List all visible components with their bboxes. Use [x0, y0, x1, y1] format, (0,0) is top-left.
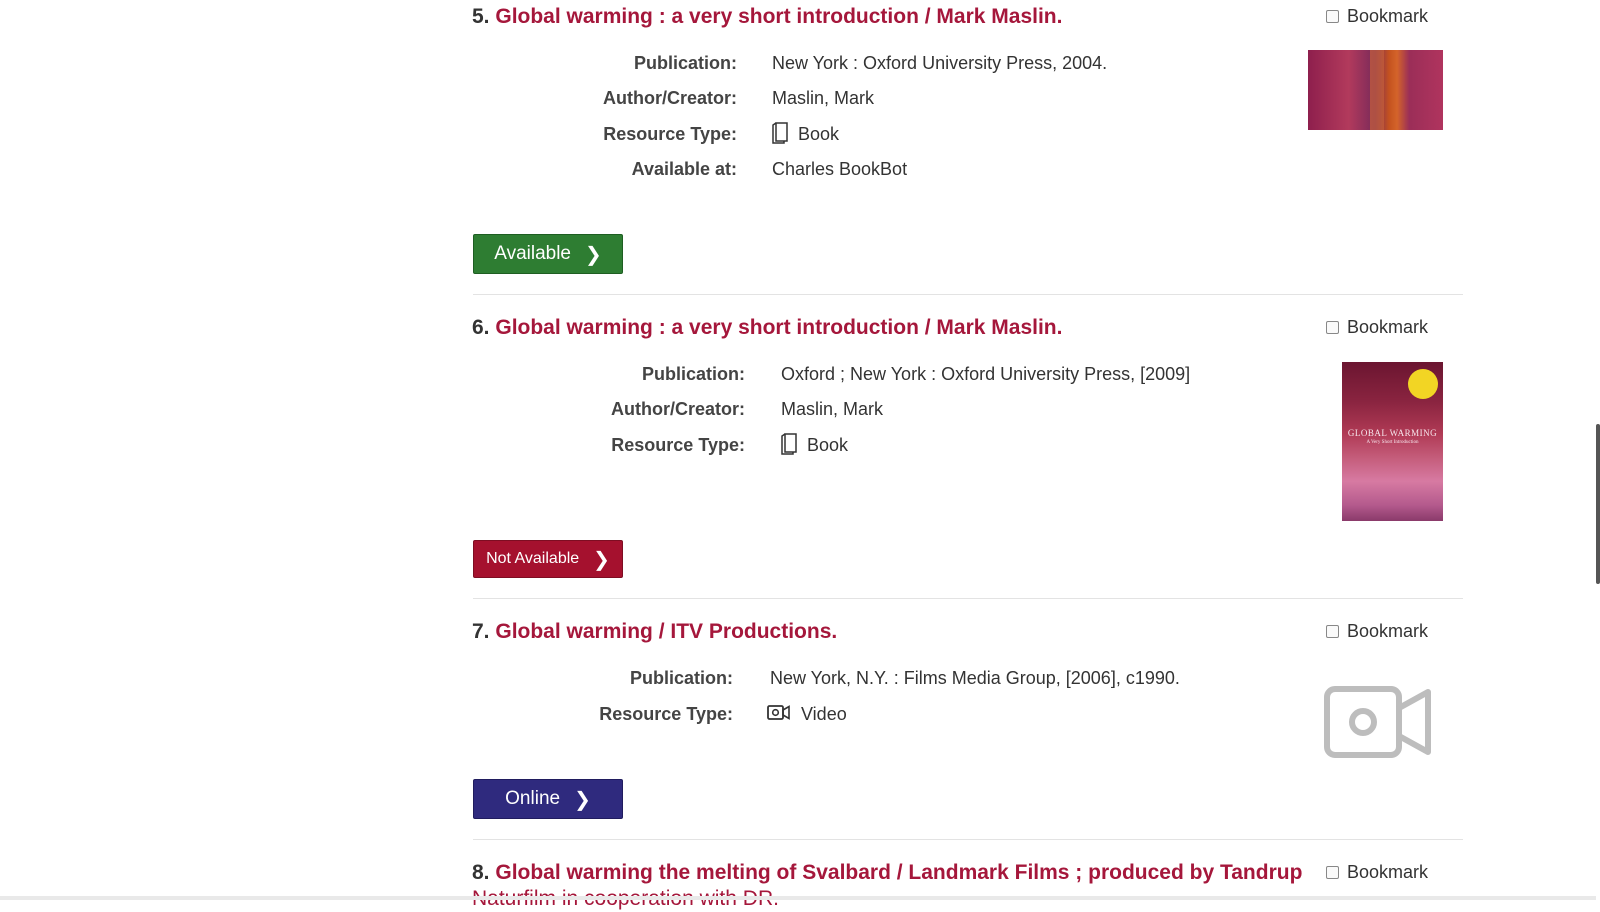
book-icon	[772, 121, 788, 144]
result-title-link[interactable]: Global warming the melting of Svalbard /…	[495, 861, 1302, 884]
checkbox-icon[interactable]	[1326, 321, 1339, 334]
divider	[473, 598, 1463, 599]
scrollbar-thumb[interactable]	[1596, 424, 1600, 584]
resource-type-label: Resource Type:	[611, 435, 745, 455]
resource-type-value: Video	[767, 700, 847, 725]
chevron-right-icon: ❯	[585, 243, 602, 266]
bookmark-label: Bookmark	[1347, 6, 1429, 26]
chevron-right-icon: ❯	[574, 788, 591, 811]
result-number: 6.	[472, 316, 490, 339]
window-bottom-edge	[0, 896, 1600, 900]
book-cover-thumbnail[interactable]: GLOBAL WARMING A Very Short Introduction	[1342, 362, 1443, 521]
divider	[473, 839, 1463, 840]
publication-label: Publication:	[642, 364, 745, 384]
bookmark-checkbox[interactable]: Bookmark	[1326, 862, 1428, 883]
cover-title: GLOBAL WARMING	[1347, 428, 1438, 438]
resource-type-label: Resource Type:	[599, 704, 733, 724]
bookmark-label: Bookmark	[1347, 317, 1429, 337]
result-title-link[interactable]: Global warming / ITV Productions.	[495, 620, 837, 643]
result-title: 6. Global warming : a very short introdu…	[472, 315, 1062, 341]
result-title-link[interactable]: Global warming : a very short introducti…	[495, 5, 1062, 28]
result-number: 5.	[472, 5, 490, 28]
result-title: 8. Global warming the melting of Svalbar…	[472, 860, 1302, 886]
publication-value: New York : Oxford University Press, 2004…	[772, 53, 1108, 73]
publication-label: Publication:	[630, 668, 733, 688]
bookmark-checkbox[interactable]: Bookmark	[1326, 317, 1428, 338]
checkbox-icon[interactable]	[1326, 625, 1339, 638]
bookmark-checkbox[interactable]: Bookmark	[1326, 621, 1428, 642]
available-at-label: Available at:	[631, 159, 737, 179]
author-value: Maslin, Mark	[781, 399, 884, 419]
author-value: Maslin, Mark	[772, 88, 875, 108]
author-label: Author/Creator:	[611, 399, 745, 419]
not-available-button[interactable]: Not Available ❯	[473, 540, 623, 578]
publication-value: New York, N.Y. : Films Media Group, [200…	[770, 668, 1180, 688]
result-title: 7. Global warming / ITV Productions.	[472, 619, 837, 645]
divider	[473, 294, 1463, 295]
video-placeholder-icon[interactable]	[1324, 686, 1432, 758]
result-title: 5. Global warming : a very short introdu…	[472, 4, 1062, 30]
resource-type-value: Book	[781, 431, 848, 456]
checkbox-icon[interactable]	[1326, 866, 1339, 879]
available-button[interactable]: Available ❯	[473, 234, 623, 274]
publication-value: Oxford ; New York : Oxford University Pr…	[781, 364, 1191, 384]
resource-type-label: Resource Type:	[603, 124, 737, 144]
checkbox-icon[interactable]	[1326, 10, 1339, 23]
result-title-link[interactable]: Global warming : a very short introducti…	[495, 316, 1062, 339]
book-icon	[781, 432, 797, 455]
video-icon	[767, 704, 790, 720]
bookmark-checkbox[interactable]: Bookmark	[1326, 6, 1428, 27]
available-at-value: Charles BookBot	[772, 159, 908, 179]
result-number: 8.	[472, 861, 490, 884]
publication-label: Publication:	[634, 53, 737, 73]
bookmark-label: Bookmark	[1347, 862, 1429, 882]
cover-subtitle: A Very Short Introduction	[1366, 440, 1419, 445]
bookmark-label: Bookmark	[1347, 621, 1429, 641]
result-number: 7.	[472, 620, 490, 643]
book-cover-thumbnail[interactable]	[1308, 50, 1443, 130]
author-label: Author/Creator:	[603, 88, 737, 108]
chevron-right-icon: ❯	[593, 548, 610, 571]
online-button[interactable]: Online ❯	[473, 779, 623, 819]
resource-type-value: Book	[772, 120, 839, 145]
